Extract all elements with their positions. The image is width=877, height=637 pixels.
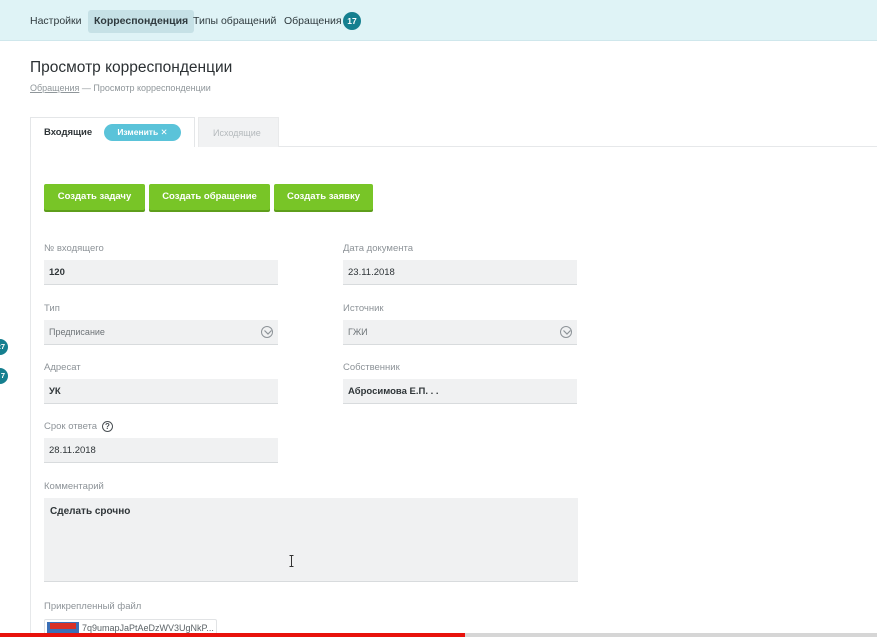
create-task-button[interactable]: Создать задачу [44, 184, 145, 210]
tab-outgoing[interactable]: Исходящие [198, 117, 279, 147]
nav-item-appeals[interactable]: Обращения [278, 10, 348, 33]
create-appeal-button[interactable]: Создать обращение [149, 184, 270, 210]
breadcrumb-current: — Просмотр корреспонденции [79, 83, 211, 93]
tab-incoming-label: Входящие [44, 127, 93, 138]
source-select[interactable]: ГЖИ [343, 320, 577, 345]
video-progress-bar[interactable] [0, 633, 877, 637]
addressee-label: Адресат [44, 362, 81, 373]
attached-file-name: 7q9umapJaPtAeDzWV3UgNkP... [82, 623, 214, 633]
deadline-label: Срок ответа [44, 421, 98, 432]
source-select-value: ГЖИ [348, 327, 368, 337]
incoming-no-field[interactable]: 120 [44, 260, 278, 285]
owner-label: Собственник [343, 362, 400, 373]
comment-textarea[interactable]: Сделать срочно [44, 498, 578, 582]
side-badge: 27 [0, 339, 8, 355]
doc-date-field[interactable]: 23.11.2018 [343, 260, 577, 285]
page-title: Просмотр корреспонденции [30, 59, 233, 76]
addressee-field[interactable]: УК [44, 379, 278, 404]
video-progress-fill [0, 633, 465, 637]
source-label: Источник [343, 303, 384, 314]
edit-button[interactable]: Изменить ✕ [104, 124, 181, 141]
incoming-no-label: № входящего [44, 243, 104, 254]
help-icon[interactable]: ? [102, 421, 113, 432]
chevron-down-icon [261, 326, 273, 338]
nav-item-correspondence[interactable]: Корреспонденция [88, 10, 195, 33]
tab-outgoing-label: Исходящие [213, 128, 261, 138]
comment-label: Комментарий [44, 481, 104, 492]
doc-date-label: Дата документа [343, 243, 413, 254]
type-select-value: Предписание [49, 327, 105, 337]
top-nav: Настройки Корреспонденция Типы обращений… [0, 0, 877, 41]
nav-item-appeal-types[interactable]: Типы обращений [187, 10, 282, 33]
create-request-button[interactable]: Создать заявку [274, 184, 373, 210]
attached-file-label: Прикрепленный файл [44, 601, 142, 612]
chevron-down-icon [560, 326, 572, 338]
type-select[interactable]: Предписание [44, 320, 278, 345]
breadcrumb: Обращения — Просмотр корреспонденции [30, 83, 211, 93]
type-label: Тип [44, 303, 60, 314]
breadcrumb-link-appeals[interactable]: Обращения [30, 83, 79, 93]
tab-incoming[interactable]: Входящие Изменить ✕ [30, 117, 195, 147]
deadline-field[interactable]: 28.11.2018 [44, 438, 278, 463]
appeals-count-badge: 17 [343, 12, 361, 30]
text-cursor-icon [289, 555, 294, 567]
owner-field[interactable]: Абросимова Е.П. . . [343, 379, 577, 404]
nav-item-settings[interactable]: Настройки [24, 10, 88, 33]
side-badge: 7 [0, 368, 8, 384]
